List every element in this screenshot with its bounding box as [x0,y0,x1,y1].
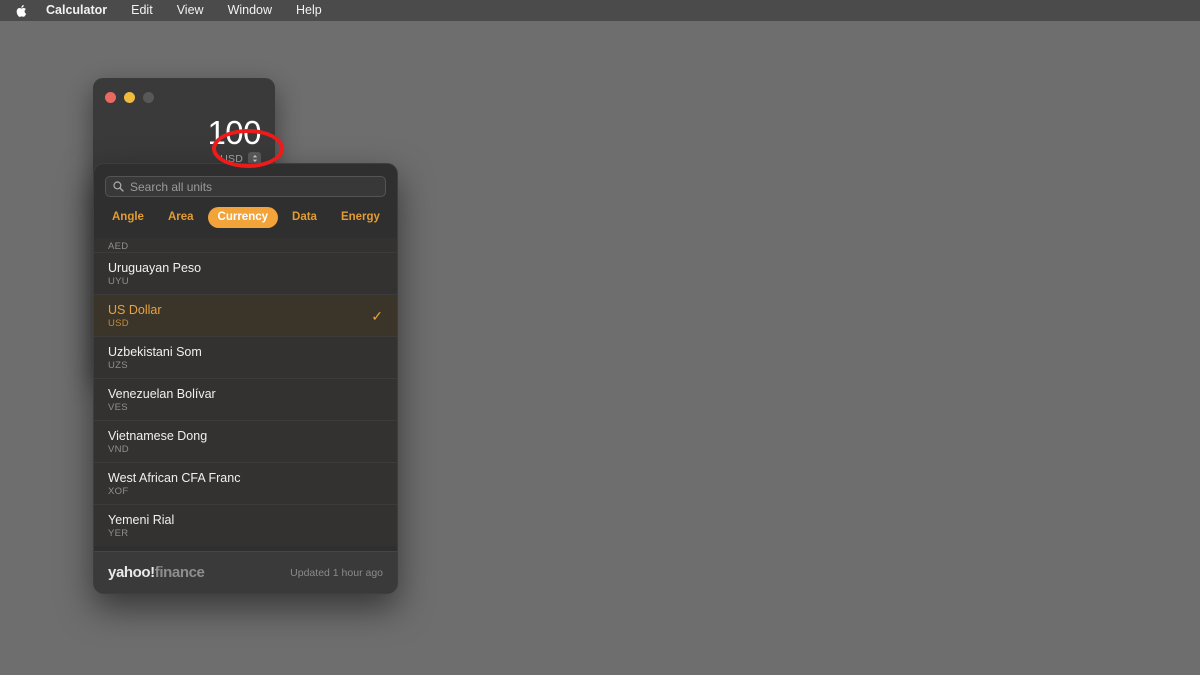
minimize-button[interactable] [124,91,135,103]
unit-name: West African CFA Franc [108,470,241,485]
menu-item-window[interactable]: Window [216,0,284,21]
tab-force[interactable]: Force [394,207,397,228]
list-item[interactable]: AED ✓ [94,238,397,252]
list-item-selected[interactable]: US Dollar USD ✓ [94,294,397,336]
updated-timestamp: Updated 1 hour ago [290,566,383,579]
yahoo-finance-logo: yahoo!finance [108,564,205,581]
search-icon [113,181,124,192]
list-item[interactable]: Vietnamese Dong VND ✓ [94,420,397,462]
yahoo-wordmark: yahoo! [108,564,155,581]
unit-code: USD [108,317,129,329]
list-item[interactable]: Venezuelan Bolívar VES ✓ [94,378,397,420]
list-item[interactable]: Uruguayan Peso UYU ✓ [94,252,397,294]
unit-name: Yemeni Rial [108,512,175,527]
category-tab-bar: Angle Area Currency Data Energy Force [94,197,397,238]
apple-logo-icon[interactable] [14,3,28,19]
list-item[interactable]: Yemeni Rial YER ✓ [94,504,397,546]
menu-bar: Calculator Edit View Window Help [0,0,1200,21]
finance-wordmark: finance [154,564,205,581]
panel-footer: yahoo!finance Updated 1 hour ago [94,551,397,593]
list-item[interactable]: Uzbekistani Som UZS ✓ [94,336,397,378]
search-input[interactable]: Search all units [105,176,386,197]
unit-code: UYU [108,275,129,287]
close-button[interactable] [105,91,116,103]
search-placeholder: Search all units [130,179,213,194]
window-titlebar [93,78,275,116]
unit-name: Vietnamese Dong [108,428,208,443]
unit-list[interactable]: AED ✓ Uruguayan Peso UYU ✓ US Dollar USD… [94,238,397,551]
menu-item-edit[interactable]: Edit [119,0,165,21]
search-wrapper: Search all units [94,164,397,197]
unit-code: YER [108,527,129,539]
display-value: 100 [207,114,261,151]
list-item[interactable]: West African CFA Franc XOF ✓ [94,462,397,504]
menu-item-view[interactable]: View [165,0,216,21]
unit-name: Uzbekistani Som [108,344,202,359]
unit-name: Venezuelan Bolívar [108,386,216,401]
tab-data[interactable]: Data [282,207,327,228]
unit-picker-panel: Search all units Angle Area Currency Dat… [93,163,398,594]
tab-energy[interactable]: Energy [331,207,390,228]
unit-code: UZS [108,359,128,371]
unit-code: VES [108,401,128,413]
unit-name: US Dollar [108,302,162,317]
unit-code: VND [108,443,129,455]
menu-item-calculator[interactable]: Calculator [34,0,119,21]
zoom-button[interactable] [143,91,154,103]
tab-area[interactable]: Area [158,207,204,228]
unit-code: AED [108,241,129,252]
check-icon: ✓ [371,307,383,324]
unit-name: Uruguayan Peso [108,260,202,275]
menu-item-help[interactable]: Help [284,0,334,21]
unit-code: XOF [108,485,129,497]
tab-currency[interactable]: Currency [207,207,279,228]
tab-angle[interactable]: Angle [102,207,154,228]
